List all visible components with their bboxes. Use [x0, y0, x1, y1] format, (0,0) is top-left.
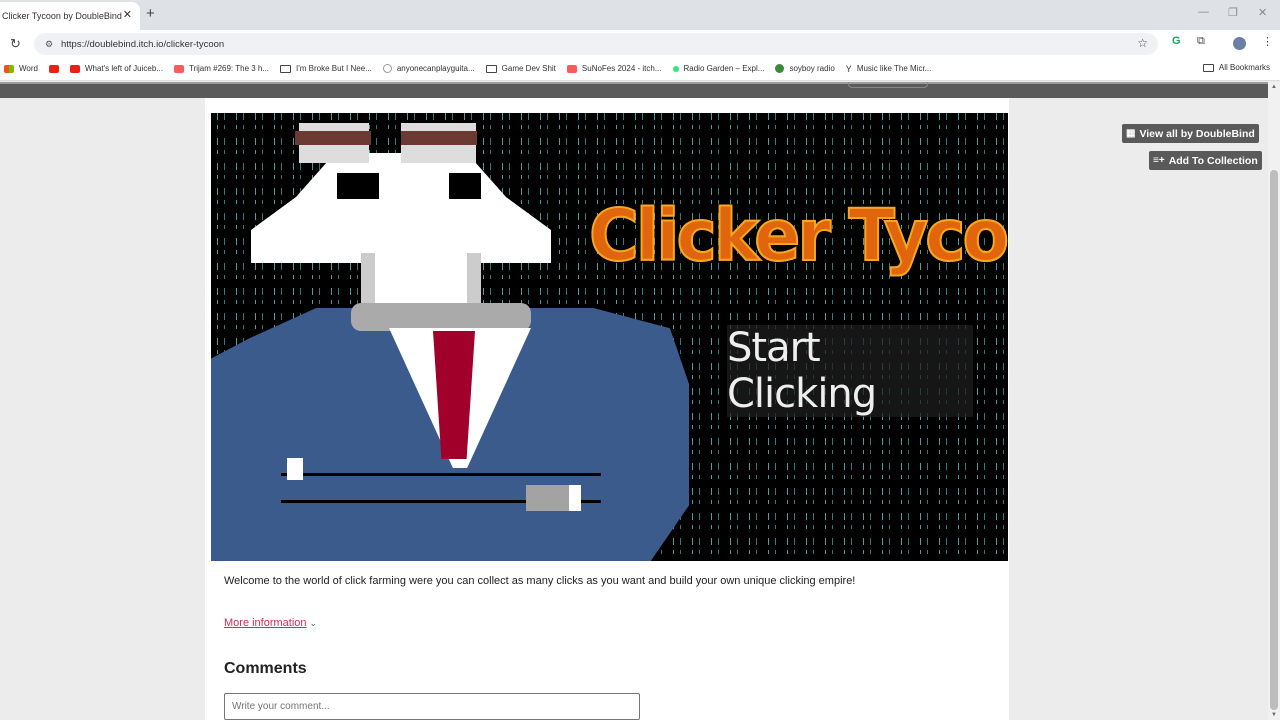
character-eye	[449, 173, 481, 199]
bookmark-star-icon[interactable]: ☆	[1137, 36, 1148, 50]
folder-icon	[1202, 63, 1214, 72]
view-all-by-author-button[interactable]: ▦ View all by DoubleBind	[1122, 124, 1259, 143]
add-to-collection-button[interactable]: ≡+ Add To Collection	[1149, 151, 1262, 170]
game-title-art: Clicker Tycoon	[588, 194, 1008, 279]
bookmark-item[interactable]: anyonecanplayguita...	[382, 64, 475, 73]
browser-tab[interactable]: Clicker Tycoon by DoubleBind ✕	[0, 2, 140, 30]
add-list-icon: ≡+	[1153, 155, 1165, 166]
minimize-icon[interactable]: —	[1198, 6, 1209, 18]
bookmark-item[interactable]: What's left of Juiceb...	[69, 64, 163, 73]
tab-strip: Clicker Tycoon by DoubleBind ✕ + — ❐ ✕	[0, 0, 1280, 30]
scrollbar-thumb[interactable]	[1270, 170, 1278, 710]
character-eyebrow	[295, 131, 371, 145]
close-tab-icon[interactable]: ✕	[123, 8, 132, 21]
page-viewport: Clicker Tycoon Start Clicking Welcome to…	[0, 82, 1268, 720]
bookmark-item[interactable]: soyboy radio	[775, 64, 835, 73]
bookmark-item[interactable]: Word	[4, 64, 38, 73]
browser-toolbar: ↻ ⚙ https://doublebind.itch.io/clicker-t…	[0, 30, 1280, 57]
tab-title: Clicker Tycoon by DoubleBind	[2, 11, 122, 21]
grammarly-icon[interactable]: G	[1172, 35, 1181, 47]
site-settings-icon[interactable]: ⚙	[38, 39, 60, 50]
itch-store-icon: ▦	[1126, 128, 1136, 139]
url-text[interactable]: https://doublebind.itch.io/clicker-tycoo…	[61, 39, 224, 50]
more-information-label[interactable]: More information	[224, 617, 307, 629]
new-tab-icon[interactable]: +	[146, 5, 155, 22]
word-icon	[4, 64, 14, 73]
bookmark-item[interactable]: Trijam #269: The 3 h...	[173, 64, 269, 73]
cocktail-icon: Y	[845, 63, 852, 74]
more-information-link[interactable]: More information ⌄	[224, 617, 317, 629]
address-bar[interactable]: ⚙ https://doublebind.itch.io/clicker-tyc…	[34, 33, 1158, 55]
profile-avatar[interactable]	[1233, 37, 1246, 50]
youtube-icon	[69, 64, 80, 73]
scroll-down-icon[interactable]: ▼	[1271, 712, 1277, 718]
start-clicking-button[interactable]: Start Clicking	[727, 325, 973, 417]
bookmark-item[interactable]: SuNoFes 2024 - itch...	[566, 64, 662, 73]
bookmark-item[interactable]: Radio Garden – Expl...	[672, 64, 764, 73]
comment-input[interactable]	[224, 693, 640, 720]
character-collar	[351, 303, 531, 331]
itch-icon	[173, 64, 184, 73]
itch-header-bar	[0, 82, 1268, 98]
bookmark-item[interactable]: Game Dev Shit	[485, 64, 556, 73]
bookmarks-bar: Word What's left of Juiceb... Trijam #26…	[0, 57, 1280, 81]
bookmark-item[interactable]: I'm Broke But I Nee...	[280, 64, 372, 73]
chevron-down-icon: ⌄	[309, 618, 318, 628]
all-bookmarks[interactable]: All Bookmarks	[1202, 63, 1270, 72]
globe-icon	[382, 64, 392, 73]
character-eyebrow	[401, 131, 477, 145]
itch-icon	[566, 64, 577, 73]
bookmark-item[interactable]	[48, 64, 64, 73]
menu-kebab-icon[interactable]: ⋮	[1262, 35, 1273, 48]
radio-garden-icon	[672, 65, 679, 72]
comments-heading: Comments	[224, 660, 307, 677]
header-button-edge	[848, 82, 928, 88]
reload-icon[interactable]: ↻	[10, 36, 21, 52]
bookmark-item[interactable]: Y Music like The Micr...	[846, 64, 932, 74]
globe-icon	[775, 64, 785, 73]
extensions-icon[interactable]: ⧉	[1197, 35, 1205, 48]
youtube-icon	[48, 64, 59, 73]
character-cuff	[287, 458, 303, 480]
game-page-column: Clicker Tycoon Start Clicking Welcome to…	[205, 98, 1009, 720]
character-cuff	[526, 485, 581, 511]
folder-icon	[280, 64, 292, 73]
restore-icon[interactable]: ❐	[1228, 6, 1238, 19]
window-close-icon[interactable]: ✕	[1258, 6, 1267, 19]
folder-icon	[485, 64, 497, 73]
character-eye	[337, 173, 379, 199]
scroll-up-icon[interactable]: ▲	[1271, 84, 1277, 90]
page-scrollbar[interactable]: ▲ ▼	[1268, 82, 1280, 720]
game-description: Welcome to the world of click farming we…	[224, 575, 856, 587]
game-embed[interactable]: Clicker Tycoon Start Clicking	[211, 113, 1008, 561]
